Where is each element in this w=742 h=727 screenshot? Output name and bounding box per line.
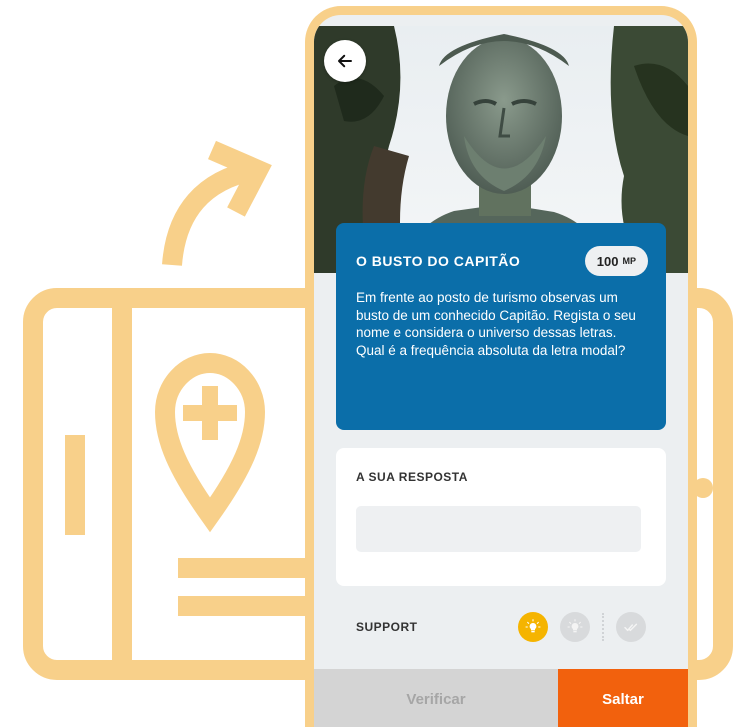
double-check-icon: [624, 623, 638, 632]
action-bar: Verificar Saltar: [314, 669, 688, 727]
support-label: SUPPORT: [356, 620, 418, 634]
lightbulb-icon: [525, 619, 541, 633]
verify-button[interactable]: Verificar: [314, 669, 558, 727]
arrow-left-icon: [338, 54, 352, 68]
question-text: Em frente ao posto de turismo observas u…: [356, 289, 646, 359]
answer-card: A SUA RESPOSTA: [336, 448, 666, 586]
question-statement: Em frente ao posto de turismo observas u…: [356, 290, 636, 340]
question-prompt: Qual é a frequência absoluta da letra mo…: [356, 342, 626, 358]
solution-button[interactable]: [616, 612, 646, 642]
lightbulb-icon: [567, 619, 583, 633]
answer-label: A SUA RESPOSTA: [356, 470, 468, 484]
support-divider: [602, 613, 604, 641]
hint-button-2[interactable]: [560, 612, 590, 642]
points-value: 100: [596, 253, 619, 269]
points-unit: MP: [622, 256, 637, 266]
hint-button-1[interactable]: [518, 612, 548, 642]
back-button[interactable]: [324, 40, 366, 82]
question-card: O BUSTO DO CAPITÃO 100 MP Em frente ao p…: [336, 223, 666, 430]
answer-input[interactable]: [356, 506, 641, 552]
skip-button[interactable]: Saltar: [558, 669, 688, 727]
support-panel: SUPPORT: [336, 593, 666, 661]
phone-screen: O BUSTO DO CAPITÃO 100 MP Em frente ao p…: [305, 6, 697, 727]
points-badge: 100 MP: [584, 246, 648, 276]
